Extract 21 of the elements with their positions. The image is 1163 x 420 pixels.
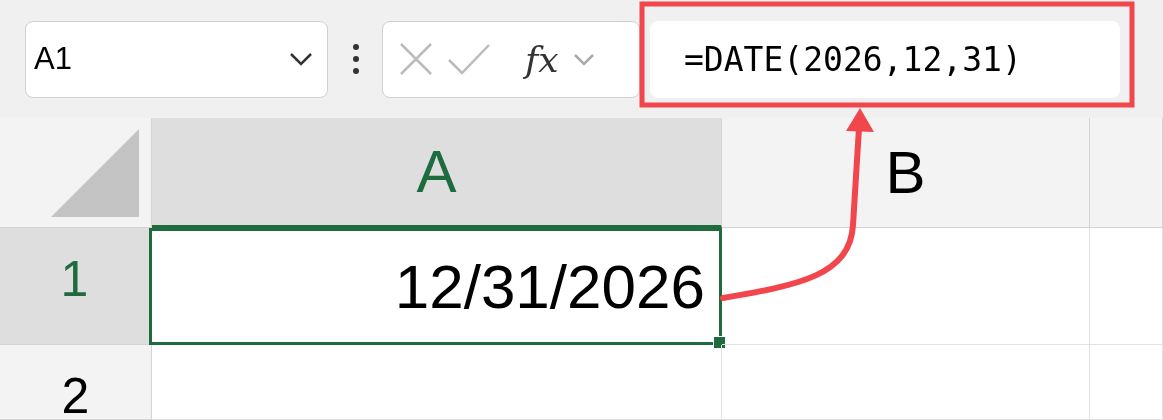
column-header[interactable]: B	[722, 118, 1090, 228]
table-cell[interactable]	[152, 345, 722, 420]
row-header[interactable]: 1	[0, 228, 152, 345]
cell-reference: A1	[34, 41, 72, 77]
formula-text: =DATE(2026,12,31)	[684, 39, 1022, 79]
formula-field[interactable]: =DATE(2026,12,31)	[650, 20, 1120, 98]
table-cell[interactable]	[1090, 228, 1163, 345]
table-cell[interactable]	[1090, 345, 1163, 420]
triangle-icon	[51, 129, 139, 217]
fill-handle[interactable]	[713, 336, 726, 349]
cancel-icon[interactable]	[399, 42, 433, 76]
table-cell[interactable]	[722, 228, 1090, 345]
row-header[interactable]: 2	[0, 345, 152, 420]
column-header[interactable]: A	[152, 118, 722, 228]
chevron-down-icon[interactable]	[289, 52, 313, 66]
check-icon[interactable]	[447, 42, 491, 76]
more-options-icon[interactable]	[352, 43, 360, 75]
table-cell[interactable]	[722, 345, 1090, 420]
column-header[interactable]	[1090, 118, 1163, 228]
select-all-corner[interactable]	[0, 118, 152, 228]
name-box[interactable]: A1	[25, 20, 328, 98]
